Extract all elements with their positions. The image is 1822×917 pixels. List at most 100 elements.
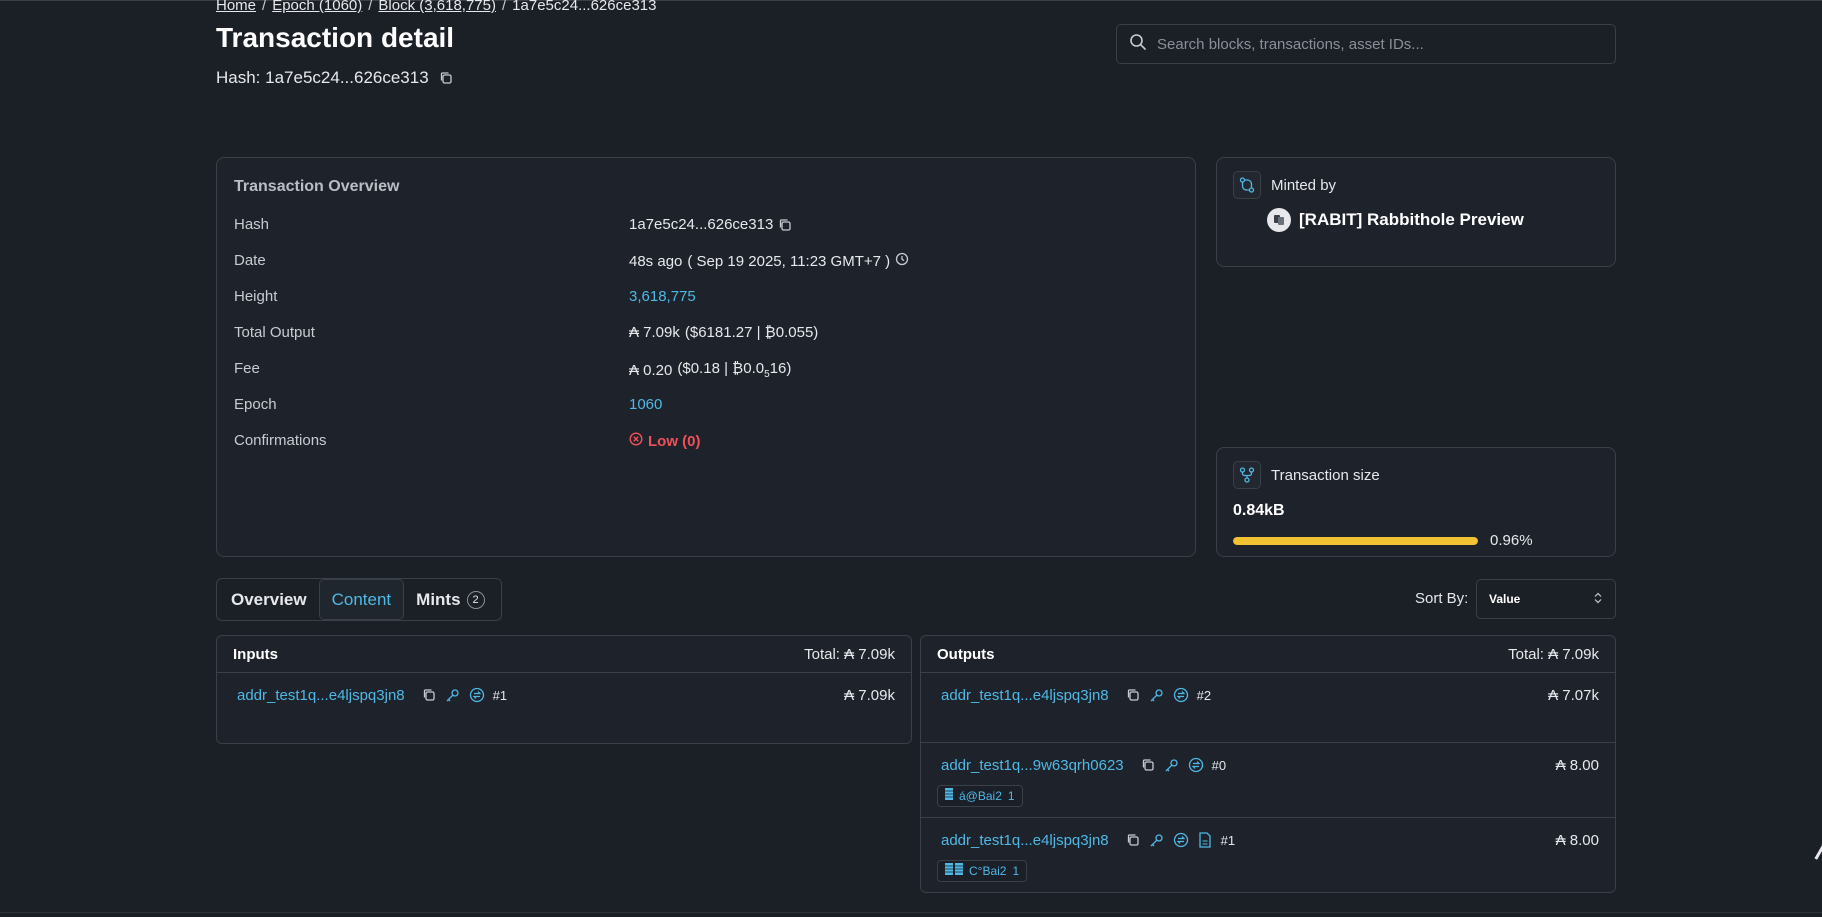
outputs-total: Total: ₳ 7.09k xyxy=(1508,645,1599,663)
output-address-link[interactable]: addr_test1q...e4ljspq3jn8 xyxy=(941,832,1109,849)
key-icon[interactable] xyxy=(1149,687,1165,703)
overview-row-date: Date 48s ago ( Sep 19 2025, 11:23 GMT+7 … xyxy=(234,252,1174,276)
minted-by-label: Minted by xyxy=(1271,177,1337,194)
error-circle-icon xyxy=(629,432,643,450)
copy-icon[interactable] xyxy=(1140,757,1156,773)
copy-icon[interactable] xyxy=(421,687,437,703)
sort-value: Value xyxy=(1489,592,1521,606)
epoch-link[interactable]: 1060 xyxy=(629,396,662,413)
policy-name: [RABIT] Rabbithole Preview xyxy=(1299,210,1524,229)
swap-icon xyxy=(1233,171,1261,199)
copy-icon[interactable] xyxy=(439,71,453,85)
progress-fill xyxy=(1233,537,1478,545)
row-value: Low (0) xyxy=(629,432,701,450)
breadcrumb: Home / Epoch (1060) / Block (3,618,775) / 1a7e… xyxy=(216,0,656,14)
stake-icon[interactable] xyxy=(1188,757,1204,773)
outputs-panel: Outputs Total: ₳ 7.09k addr_test1q...e4l… xyxy=(920,635,1616,893)
overview-row-fee: Fee ₳ 0.20 ($0.18 | ₿0.0516) xyxy=(234,360,1174,384)
total-output-fiat: ($6181.27 | ₿0.055) xyxy=(684,324,819,341)
policy-logo-icon xyxy=(1267,208,1291,232)
row-label: Height xyxy=(234,288,278,305)
token-icon xyxy=(945,863,963,878)
row-value: 48s ago ( Sep 19 2025, 11:23 GMT+7 ) xyxy=(629,252,909,270)
outputs-header: Outputs Total: ₳ 7.09k xyxy=(921,636,1615,673)
stake-icon[interactable] xyxy=(469,687,485,703)
tab-mints[interactable]: Mints 2 xyxy=(404,579,496,620)
output-amount: ₳ 8.00 xyxy=(1555,756,1599,774)
fee-value: ₳ 0.20 xyxy=(629,361,673,379)
search-box[interactable] xyxy=(1116,24,1616,64)
stake-icon[interactable] xyxy=(1173,687,1189,703)
output-index: #2 xyxy=(1196,687,1212,703)
datum-file-icon[interactable] xyxy=(1197,832,1213,848)
clock-icon xyxy=(895,252,909,270)
row-label: Confirmations xyxy=(234,432,327,449)
output-address-link[interactable]: addr_test1q...e4ljspq3jn8 xyxy=(941,687,1109,704)
row-value: ₳ 0.20 ($0.18 | ₿0.0516) xyxy=(629,360,791,380)
breadcrumb-home[interactable]: Home xyxy=(216,0,256,14)
transaction-size-label: Transaction size xyxy=(1271,467,1380,484)
overview-row-confirmations: Confirmations Low (0) xyxy=(234,432,1174,456)
transaction-size-progress xyxy=(1233,537,1478,545)
minted-by-card: Minted by [RABIT] Rabbithole Preview xyxy=(1216,157,1616,267)
input-row: addr_test1q...e4ljspq3jn8 #1 ₳ 7.09k xyxy=(217,673,911,717)
output-row: addr_test1q...e4ljspq3jn8 #2 ₳ 7.07k xyxy=(921,673,1615,743)
output-amount: ₳ 7.07k xyxy=(1548,686,1599,704)
breadcrumb-epoch[interactable]: Epoch (1060) xyxy=(272,0,362,14)
copy-icon[interactable] xyxy=(1125,687,1141,703)
content-tabs: Overview Content Mints 2 xyxy=(216,578,502,621)
copy-icon[interactable] xyxy=(1125,832,1141,848)
inputs-panel: Inputs Total: ₳ 7.09k addr_test1q...e4lj… xyxy=(216,635,912,744)
hash-text: Hash: 1a7e5c24...626ce313 xyxy=(216,68,429,87)
output-amount: ₳ 8.00 xyxy=(1555,831,1599,849)
tab-content[interactable]: Content xyxy=(318,579,405,620)
overview-row-height: Height 3,618,775 xyxy=(234,288,1174,312)
asset-badge[interactable]: C°Bai2 1 xyxy=(937,859,1028,882)
page-title: Transaction detail xyxy=(216,22,455,53)
overview-title: Transaction Overview xyxy=(234,178,400,195)
overview-row-epoch: Epoch 1060 xyxy=(234,396,1174,420)
row-label: Date xyxy=(234,252,266,269)
sort-select[interactable]: Value xyxy=(1476,579,1616,619)
key-icon[interactable] xyxy=(1149,832,1165,848)
outputs-title: Outputs xyxy=(937,645,995,663)
sort-label: Sort By: xyxy=(1415,590,1469,607)
search-icon xyxy=(1129,33,1147,56)
asset-badge[interactable]: á@Bai2 1 xyxy=(937,784,1023,807)
key-icon[interactable] xyxy=(1164,757,1180,773)
stake-icon[interactable] xyxy=(1173,832,1189,848)
row-value: 1a7e5c24...626ce313 xyxy=(629,216,792,233)
inputs-header: Inputs Total: ₳ 7.09k xyxy=(217,636,911,673)
output-index: #0 xyxy=(1211,757,1227,773)
asset-quantity: 1 xyxy=(1007,788,1015,803)
total-output-value: ₳ 7.09k xyxy=(629,324,680,341)
hash-line: Hash: 1a7e5c24...626ce313 xyxy=(216,68,453,88)
minted-by-policy[interactable]: [RABIT] Rabbithole Preview xyxy=(1267,208,1524,232)
inputs-title: Inputs xyxy=(233,645,278,663)
output-row: addr_test1q...9w63qrh0623 #0 ₳ 8.00 á@Ba… xyxy=(921,743,1615,818)
copy-icon[interactable] xyxy=(778,218,792,232)
asset-name: á@Bai2 xyxy=(959,788,1002,803)
output-address-link[interactable]: addr_test1q...9w63qrh0623 xyxy=(941,757,1124,774)
breadcrumb-separator: / xyxy=(502,0,507,14)
fee-fiat: ($0.18 | ₿0.0516) xyxy=(677,360,792,380)
input-address-link[interactable]: addr_test1q...e4ljspq3jn8 xyxy=(237,687,405,704)
bottom-border xyxy=(0,912,1822,913)
breadcrumb-block[interactable]: Block (3,618,775) xyxy=(378,0,496,14)
transaction-size-value: 0.84kB xyxy=(1233,502,1285,519)
mints-count-badge: 2 xyxy=(466,590,485,609)
breadcrumb-separator: / xyxy=(262,0,267,14)
height-link[interactable]: 3,618,775 xyxy=(629,288,696,305)
overview-row-hash: Hash 1a7e5c24...626ce313 xyxy=(234,216,1174,240)
key-icon[interactable] xyxy=(445,687,461,703)
tab-overview[interactable]: Overview xyxy=(219,579,319,620)
input-amount: ₳ 7.09k xyxy=(844,686,895,704)
transaction-size-card: Transaction size 0.84kB 0.96% xyxy=(1216,447,1616,557)
row-label: Hash xyxy=(234,216,270,233)
search-input[interactable] xyxy=(1157,35,1597,53)
asset-quantity: 1 xyxy=(1012,863,1020,878)
date-relative: 48s ago xyxy=(629,252,683,270)
scroll-cursor-mark xyxy=(1814,845,1822,860)
row-label: Total Output xyxy=(234,324,315,341)
hash-value: 1a7e5c24...626ce313 xyxy=(629,216,774,233)
